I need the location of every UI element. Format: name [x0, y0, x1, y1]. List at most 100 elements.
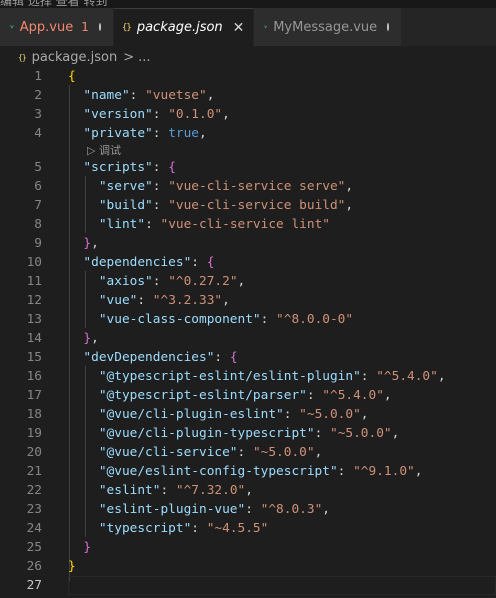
code-token: "^8.0.3": [260, 502, 323, 517]
code-text: "@vue/eslint-config-typescript": "^9.1.0…: [68, 462, 423, 481]
line-number: 21: [26, 464, 42, 479]
line-number: 15: [26, 350, 42, 365]
code-text: }: [68, 557, 76, 576]
code-token: ,: [322, 502, 330, 517]
code-token: :: [283, 407, 300, 422]
code-text: "vue": "^3.2.33",: [68, 291, 230, 310]
code-text: "lint": "vue-cli-service lint": [68, 215, 330, 234]
code-token: ,: [222, 293, 230, 308]
close-icon[interactable]: ✕: [233, 20, 245, 36]
code-token: "scripts": [83, 160, 153, 175]
code-line[interactable]: 4 "private": true,: [0, 124, 496, 143]
code-line[interactable]: 7 "build": "vue-cli-service build",: [0, 196, 496, 215]
code-line[interactable]: 6 "serve": "vue-cli-service serve",: [0, 177, 496, 196]
code-editor[interactable]: 1{2 "name": "vuetse", 3 "version": "0.1.0…: [0, 66, 496, 598]
breadcrumb-file[interactable]: package.json: [32, 50, 118, 65]
code-line[interactable]: 1{: [0, 67, 496, 86]
line-number: 12: [26, 293, 42, 308]
code-token: "^5.4.0": [376, 369, 438, 384]
unsaved-dot-icon: [98, 23, 101, 31]
code-line[interactable]: 20 "@vue/cli-service": "~5.0.0",: [0, 443, 496, 462]
code-token: :: [306, 388, 323, 403]
code-token: "vue-cli-service lint": [160, 217, 330, 232]
code-token: "dependencies": [83, 255, 192, 270]
code-line[interactable]: 13 "vue-class-component": "^8.0.0-0": [0, 310, 496, 329]
code-token: "~5.0.0": [299, 407, 361, 422]
line-number: 20: [26, 445, 42, 460]
tab-package-json[interactable]: {} package.json ✕: [114, 8, 254, 46]
code-line[interactable]: 5 "scripts": {: [0, 158, 496, 177]
editor-tab-bar: App.vue 1 {} package.json ✕ MyMessage.vu…: [0, 8, 496, 46]
code-line[interactable]: 12 "vue": "^3.2.33",: [0, 291, 496, 310]
code-token: ,: [345, 179, 354, 194]
code-text: "typescript": "~4.5.5": [68, 519, 269, 538]
code-token: ,: [245, 483, 253, 498]
code-line[interactable]: 15 "devDependencies": {: [0, 348, 496, 367]
code-token: "0.1.0": [168, 107, 223, 122]
code-token: :: [314, 426, 330, 441]
breadcrumb: {} package.json > ...: [0, 46, 496, 68]
unsaved-dot-icon: [387, 23, 389, 31]
code-text: "version": "0.1.0",: [68, 105, 229, 124]
code-line[interactable]: 8 "lint": "vue-cli-service lint": [0, 215, 496, 234]
code-line[interactable]: 21 "@vue/eslint-config-typescript": "^9.…: [0, 462, 496, 481]
code-line[interactable]: 16 "@typescript-eslint/eslint-plugin": "…: [0, 367, 496, 386]
line-number: 23: [26, 502, 42, 517]
code-line[interactable]: 3 "version": "0.1.0",: [0, 105, 496, 124]
debug-codelens-label[interactable]: ▷ 调试: [87, 143, 121, 158]
code-text: "name": "vuetse",: [68, 86, 214, 105]
line-number: 2: [34, 88, 42, 103]
debug-codelens[interactable]: ▷ 调试: [0, 143, 496, 158]
code-line[interactable]: 11 "axios": "^0.27.2",: [0, 272, 496, 291]
code-token: "^3.2.33": [152, 293, 223, 308]
code-line[interactable]: 19 "@vue/cli-plugin-typescript": "~5.0.0…: [0, 424, 496, 443]
tab-mymessage-vue[interactable]: MyMessage.vue: [254, 8, 402, 46]
breadcrumb-more[interactable]: ...: [138, 50, 150, 65]
code-token: "~5.0.0": [252, 445, 315, 460]
code-text: }: [68, 538, 91, 557]
code-token: :: [160, 483, 176, 498]
code-token: :: [129, 88, 146, 103]
code-line[interactable]: 10 "dependencies": {: [0, 253, 496, 272]
code-line[interactable]: 9 },: [0, 234, 496, 253]
code-line[interactable]: 22 "eslint": "^7.32.0",: [0, 481, 496, 500]
code-token: "~4.5.5": [206, 521, 269, 536]
line-number: 7: [34, 198, 42, 213]
code-line[interactable]: 26}: [0, 557, 496, 576]
tab-app-vue[interactable]: App.vue 1: [0, 8, 114, 46]
code-token: :: [237, 445, 253, 460]
code-token: ,: [314, 445, 323, 460]
line-number: 4: [34, 126, 42, 141]
code-line[interactable]: 25 }: [0, 538, 496, 557]
code-token: :: [145, 217, 161, 232]
code-token: "^9.1.0": [353, 464, 415, 479]
code-line[interactable]: 14 },: [0, 329, 496, 348]
code-line[interactable]: 24 "typescript": "~4.5.5": [0, 519, 496, 538]
code-token: {: [168, 160, 176, 175]
line-number: 27: [26, 578, 42, 593]
code-line[interactable]: 27: [0, 576, 496, 595]
tab-label: MyMessage.vue: [273, 19, 378, 35]
code-token: "axios": [98, 274, 153, 289]
code-line[interactable]: 23 "eslint-plugin-vue": "^8.0.3",: [0, 500, 496, 519]
code-token: "serve": [98, 179, 153, 194]
code-line[interactable]: 17 "@typescript-eslint/parser": "^5.4.0"…: [0, 386, 496, 405]
code-text: },: [68, 234, 99, 253]
line-number: 13: [26, 312, 42, 327]
code-text: "devDependencies": {: [68, 348, 237, 367]
code-token: ,: [91, 236, 99, 251]
code-line[interactable]: 18 "@vue/cli-plugin-eslint": "~5.0.0",: [0, 405, 496, 424]
code-text: "@typescript-eslint/eslint-plugin": "^5.…: [68, 367, 446, 386]
code-line[interactable]: 2 "name": "vuetse",: [0, 86, 496, 105]
